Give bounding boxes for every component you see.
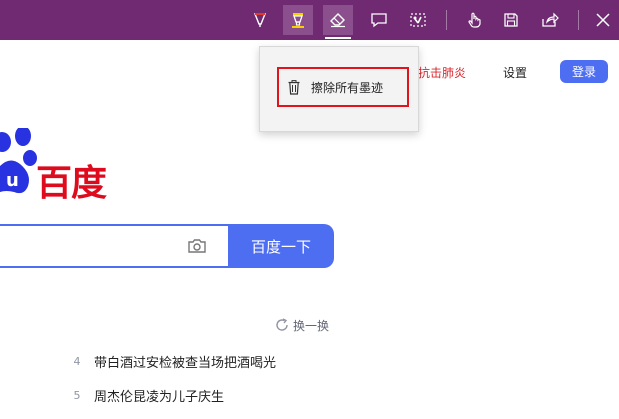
- save-button[interactable]: [496, 5, 526, 35]
- login-button[interactable]: 登录: [560, 60, 608, 83]
- hotlist-rank: 5: [73, 388, 81, 402]
- clip-button[interactable]: [403, 5, 433, 35]
- toolbar-separator: [446, 10, 447, 30]
- refresh-icon: [276, 318, 288, 331]
- pen-icon: [253, 13, 267, 27]
- note-icon: [371, 13, 387, 28]
- hotlist-title: 带白酒过安检被查当场把酒喝光: [94, 355, 277, 371]
- highlighter-icon: [292, 13, 304, 28]
- hotlist-title: 周杰伦昆凌为儿子庆生: [94, 389, 225, 405]
- save-icon: [504, 13, 518, 27]
- hotlist-item[interactable]: 4 带白酒过安检被查当场把酒喝光: [70, 352, 277, 371]
- share-icon: [542, 12, 559, 27]
- ink-toolbar: [0, 0, 619, 40]
- eraser-icon: [330, 13, 345, 28]
- ballpoint-pen-button[interactable]: [245, 5, 275, 35]
- nav-link-settings[interactable]: 设置: [503, 64, 527, 81]
- refresh-label: 换一换: [293, 318, 330, 333]
- camera-search-button[interactable]: [186, 236, 208, 256]
- nav-link-covid[interactable]: 抗击肺炎: [418, 64, 466, 81]
- eraser-button[interactable]: [323, 5, 353, 39]
- svg-text:u: u: [6, 170, 19, 191]
- camera-icon: [188, 239, 206, 253]
- refresh-hotlist-button[interactable]: 换一换: [275, 316, 329, 334]
- baidu-logo-text: 百度: [36, 162, 107, 204]
- search-button[interactable]: 百度一下: [228, 224, 334, 268]
- exit-button[interactable]: [588, 5, 618, 35]
- highlighter-button[interactable]: [283, 5, 313, 35]
- trash-icon: [287, 79, 301, 95]
- close-icon: [596, 13, 610, 27]
- clip-icon: [410, 13, 426, 27]
- clear-all-ink-label: 擦除所有墨迹: [311, 80, 384, 95]
- add-note-button[interactable]: [364, 5, 394, 35]
- hotlist-rank: 4: [73, 354, 81, 368]
- clear-all-ink-button[interactable]: 擦除所有墨迹: [277, 67, 409, 107]
- eraser-dropdown: 擦除所有墨迹: [259, 46, 419, 132]
- share-button[interactable]: [535, 5, 565, 35]
- hotlist-item[interactable]: 5 周杰伦昆凌为儿子庆生: [70, 386, 225, 405]
- toolbar-separator: [578, 10, 579, 30]
- touch-writing-button[interactable]: [460, 5, 490, 35]
- touch-icon: [468, 12, 481, 28]
